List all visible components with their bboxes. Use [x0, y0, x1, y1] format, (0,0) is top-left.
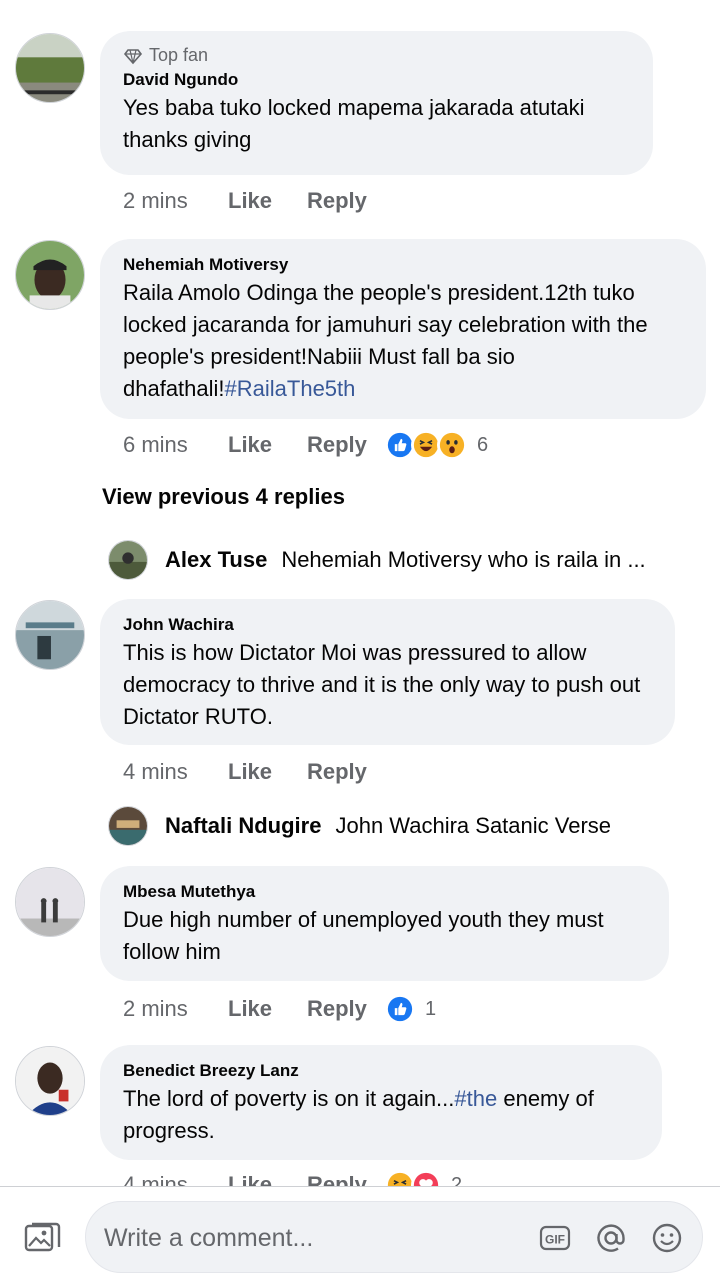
comment-bubble: John Wachira This is how Dictator Moi wa…: [100, 599, 675, 745]
comment-bubble: Top fan David Ngundo Yes baba tuko locke…: [100, 31, 653, 175]
comment-actions: 4 mins Like Reply 2: [123, 1170, 462, 1186]
love-icon: [411, 1170, 441, 1186]
reaction-summary[interactable]: 2: [385, 1170, 462, 1186]
reply-button[interactable]: Reply: [307, 188, 385, 214]
comment-author[interactable]: John Wachira: [123, 613, 653, 637]
comment-input-container[interactable]: GIF: [85, 1201, 703, 1273]
reaction-summary[interactable]: 1: [385, 994, 436, 1024]
wow-icon: [437, 430, 467, 460]
reaction-summary[interactable]: 6: [385, 430, 488, 460]
comment-composer: GIF: [0, 1186, 720, 1285]
timestamp[interactable]: 4 mins: [123, 1172, 228, 1186]
comment-author[interactable]: Benedict Breezy Lanz: [123, 1059, 640, 1083]
comment-bubble: Benedict Breezy Lanz The lord of poverty…: [100, 1045, 662, 1160]
view-previous-replies[interactable]: View previous 4 replies: [102, 484, 345, 510]
comment-text: Due high number of unemployed youth they…: [123, 907, 604, 964]
reply-button[interactable]: Reply: [307, 996, 385, 1022]
comment-input[interactable]: [104, 1218, 524, 1258]
reply-button[interactable]: Reply: [307, 1172, 385, 1186]
emoji-icon[interactable]: [650, 1221, 684, 1255]
like-icon: [385, 994, 415, 1024]
timestamp[interactable]: 6 mins: [123, 432, 228, 458]
like-button[interactable]: Like: [228, 996, 307, 1022]
comment-text: The lord of poverty is on it again...#th…: [123, 1083, 640, 1147]
comment-actions: 6 mins Like Reply 6: [123, 430, 488, 460]
reaction-count: 6: [477, 433, 489, 456]
comment-text: Yes baba tuko locked mapema jakarada atu…: [123, 95, 585, 152]
comment-actions: 2 mins Like Reply 1: [123, 994, 436, 1024]
comment-text: Raila Amolo Odinga the people's presiden…: [123, 277, 684, 405]
avatar[interactable]: [15, 867, 85, 937]
reaction-count: 1: [425, 997, 437, 1020]
like-button[interactable]: Like: [228, 432, 307, 458]
reply-preview[interactable]: Alex Tuse Nehemiah Motiversy who is rail…: [108, 540, 708, 580]
like-button[interactable]: Like: [228, 759, 307, 785]
timestamp[interactable]: 2 mins: [123, 996, 228, 1022]
avatar[interactable]: [15, 33, 85, 103]
comment-actions: 2 mins Like Reply: [123, 188, 385, 214]
comment-author[interactable]: David Ngundo: [123, 68, 631, 92]
reply-author[interactable]: Alex Tuse: [165, 547, 267, 573]
avatar[interactable]: [108, 540, 148, 580]
avatar[interactable]: [108, 806, 148, 846]
comment-bubble: Nehemiah Motiversy Raila Amolo Odinga th…: [100, 239, 706, 419]
diamond-icon: [123, 48, 143, 64]
hashtag-link[interactable]: #the: [454, 1086, 497, 1111]
like-button[interactable]: Like: [228, 1172, 307, 1186]
reply-text: John Wachira Satanic Verse: [335, 813, 612, 838]
reply-preview[interactable]: Naftali Ndugire John Wachira Satanic Ver…: [108, 806, 708, 846]
reply-button[interactable]: Reply: [307, 759, 385, 785]
avatar[interactable]: [15, 600, 85, 670]
comment-text-body: The lord of poverty is on it again...: [123, 1086, 455, 1111]
avatar[interactable]: [15, 1046, 85, 1116]
reply-button[interactable]: Reply: [307, 432, 385, 458]
comment-text: This is how Dictator Moi was pressured t…: [123, 640, 641, 729]
comments-feed: Top fan David Ngundo Yes baba tuko locke…: [0, 0, 720, 1186]
comment-text-body: Raila Amolo Odinga the people's presiden…: [123, 280, 648, 401]
reaction-count: 2: [451, 1173, 463, 1187]
like-button[interactable]: Like: [228, 188, 307, 214]
comment-actions: 4 mins Like Reply: [123, 759, 385, 785]
reply-author[interactable]: Naftali Ndugire: [165, 813, 321, 839]
badge-label: Top fan: [149, 45, 209, 65]
svg-text:GIF: GIF: [545, 1233, 565, 1247]
mention-icon[interactable]: [594, 1221, 628, 1255]
top-fan-badge: Top fan: [123, 45, 631, 66]
comment-author[interactable]: Nehemiah Motiversy: [123, 253, 684, 277]
reply-text: Nehemiah Motiversy who is raila in ...: [281, 547, 646, 572]
timestamp[interactable]: 4 mins: [123, 759, 228, 785]
timestamp[interactable]: 2 mins: [123, 188, 228, 214]
gif-icon[interactable]: GIF: [538, 1221, 572, 1255]
comment-bubble: Mbesa Mutethya Due high number of unempl…: [100, 866, 669, 981]
comment-author[interactable]: Mbesa Mutethya: [123, 880, 647, 904]
photo-icon[interactable]: [22, 1218, 62, 1258]
avatar[interactable]: [15, 240, 85, 310]
hashtag-link[interactable]: #RailaThe5th: [225, 376, 356, 401]
